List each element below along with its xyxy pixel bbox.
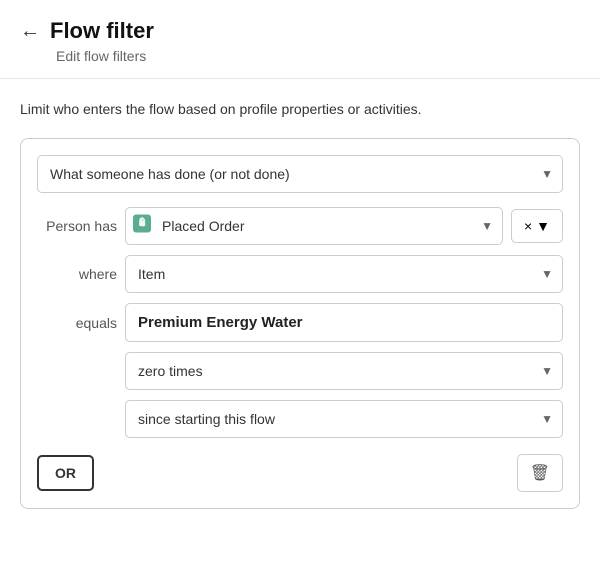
delete-button[interactable]: 🗑: [517, 454, 563, 492]
or-button[interactable]: OR: [37, 455, 94, 491]
top-dropdown-wrapper: What someone has done (or not done) Prop…: [37, 155, 563, 193]
person-has-content: Placed Order ▼ × ▼: [125, 207, 563, 245]
back-button[interactable]: ←: [20, 21, 40, 41]
description-text: Limit who enters the flow based on profi…: [20, 99, 580, 120]
item-select-wrapper[interactable]: Item Category Order Total ▼: [125, 255, 563, 293]
page-title: Flow filter: [50, 18, 154, 44]
activity-type-select-wrapper[interactable]: What someone has done (or not done) Prop…: [37, 155, 563, 193]
since-select-wrapper[interactable]: since starting this flow in the last 30 …: [125, 400, 563, 438]
zero-times-select-wrapper[interactable]: zero times at least once exactly ▼: [125, 352, 563, 390]
activity-type-select[interactable]: What someone has done (or not done) Prop…: [37, 155, 563, 193]
trash-icon: 🗑: [530, 465, 550, 482]
equals-label: equals: [37, 315, 117, 331]
person-has-row: Person has Placed Order ▼: [37, 207, 563, 245]
where-content: Item Category Order Total ▼: [125, 255, 563, 293]
content-area: Limit who enters the flow based on profi…: [0, 79, 600, 529]
placed-order-select[interactable]: Placed Order: [125, 207, 503, 245]
where-label: where: [37, 266, 117, 282]
footer-row: OR 🗑: [37, 454, 563, 492]
where-row: where Item Category Order Total ▼: [37, 255, 563, 293]
placed-order-select-wrapper[interactable]: Placed Order ▼: [125, 207, 503, 245]
item-select[interactable]: Item Category Order Total: [125, 255, 563, 293]
frequency-row: zero times at least once exactly ▼: [37, 352, 563, 390]
equals-row: equals: [37, 303, 563, 342]
filter-button[interactable]: × ▼: [511, 209, 563, 243]
person-has-label: Person has: [37, 218, 117, 234]
since-select[interactable]: since starting this flow in the last 30 …: [125, 400, 563, 438]
page-subtitle: Edit flow filters: [20, 48, 580, 64]
zero-times-select[interactable]: zero times at least once exactly: [125, 352, 563, 390]
frequency-content: zero times at least once exactly ▼: [125, 352, 563, 390]
header: ← Flow filter Edit flow filters: [0, 0, 600, 79]
since-row: since starting this flow in the last 30 …: [37, 400, 563, 438]
equals-input[interactable]: [125, 303, 563, 342]
clear-filter-icon: ×: [524, 218, 532, 234]
equals-content: [125, 303, 563, 342]
since-content: since starting this flow in the last 30 …: [125, 400, 563, 438]
filter-card: What someone has done (or not done) Prop…: [20, 138, 580, 509]
filter-funnel-icon: ▼: [536, 218, 550, 234]
